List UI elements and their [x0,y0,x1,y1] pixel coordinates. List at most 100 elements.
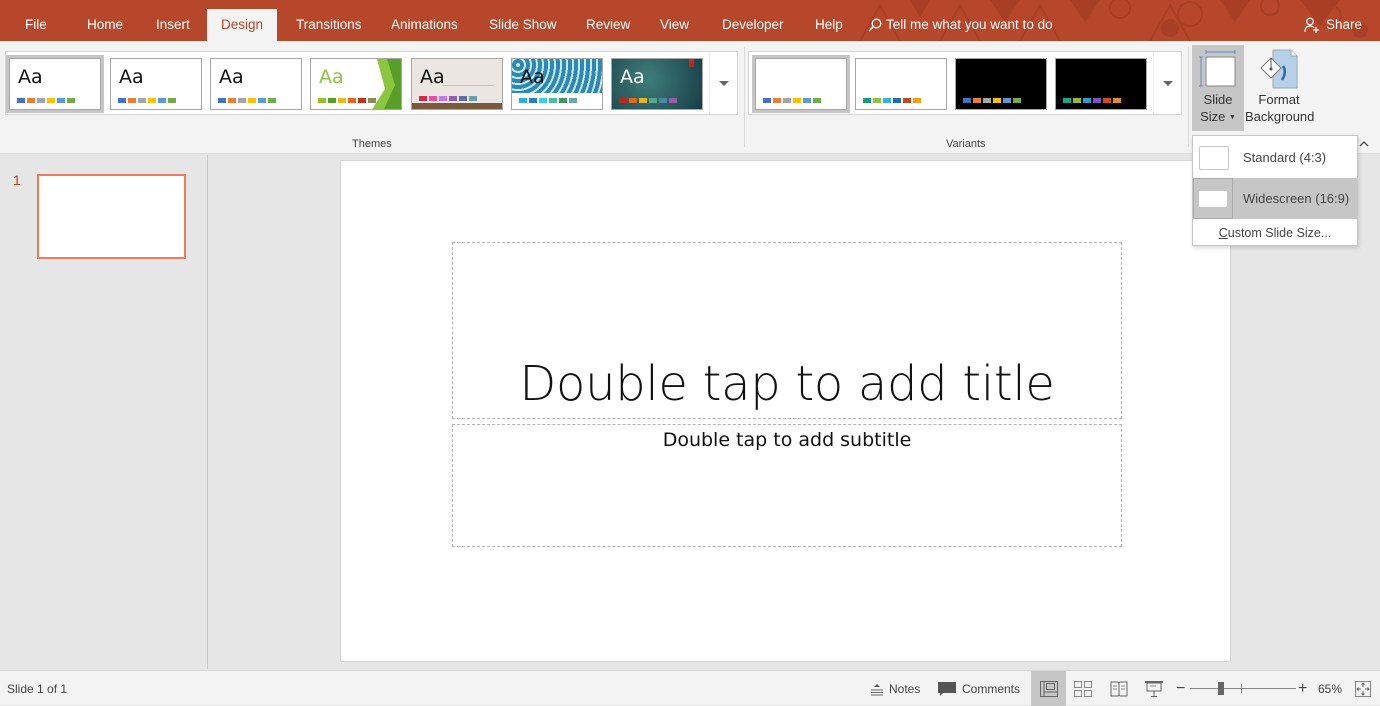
color-swatches [519,98,577,103]
group-divider [744,47,745,147]
zoom-slider-track[interactable] [1190,688,1296,689]
color-swatch [813,98,821,103]
menu-item-custom-slide-size[interactable]: Custom Slide Size... [1193,222,1357,246]
format-background-label-1: Format [1258,92,1300,107]
themes-gallery: Aa Aa Aa Aa Aa Aa Aa [5,51,738,115]
color-swatch [228,98,236,103]
color-swatch [1083,98,1091,103]
person-add-icon [1304,17,1319,33]
menu-item-standard[interactable]: Standard (4:3) [1193,137,1357,178]
color-swatch [1113,98,1121,103]
slide-canvas[interactable]: Double tap to add title Double tap to ad… [340,160,1231,662]
zoom-in-button[interactable]: + [1298,671,1307,706]
tab-view[interactable]: View [660,9,689,41]
color-swatch [983,98,991,103]
tab-transitions[interactable]: Transitions [296,9,362,41]
theme-font-sample: Aa [319,66,344,88]
tab-home[interactable]: Home [87,9,123,41]
color-swatch [973,98,981,103]
theme-thumbnail[interactable]: Aa [110,58,202,110]
theme-thumbnail[interactable]: Aa [6,55,104,113]
color-swatch [763,98,771,103]
color-swatch [368,98,376,103]
color-swatch [519,98,527,103]
zoom-slider-center-tick [1241,684,1242,693]
theme-thumbnail[interactable]: Aa [511,58,603,110]
menu-item-label: Widescreen (16:9) [1243,191,1350,206]
title-placeholder[interactable]: Double tap to add title [452,242,1122,419]
color-swatch [539,98,547,103]
themes-group-label: Themes [352,138,392,150]
status-bar: Slide 1 of 1 Notes Comments − + 65% [0,670,1380,706]
format-background-button[interactable]: Format Background [1245,45,1315,131]
chevron-down-icon: ▼ [1228,114,1236,122]
color-swatches [318,98,376,103]
zoom-out-button[interactable]: − [1176,671,1185,706]
title-placeholder-text: Double tap to add title [519,356,1055,412]
slide-show-button[interactable] [1145,671,1163,706]
tab-review[interactable]: Review [586,9,630,41]
theme-thumbnail[interactable]: Aa [210,58,302,110]
variants-more-button[interactable] [1153,52,1181,114]
color-swatch [783,98,791,103]
group-divider [1188,47,1189,147]
zoom-slider-handle[interactable] [1218,682,1225,695]
format-background-label-2: Background [1245,109,1315,124]
color-swatch [669,98,677,103]
notes-icon [871,683,883,695]
color-swatch [37,98,45,103]
fit-to-window-button[interactable] [1355,671,1371,706]
theme-thumbnail[interactable]: Aa [310,58,402,110]
color-swatch [128,98,136,103]
color-swatches [419,96,477,101]
color-swatch [773,98,781,103]
slide-sorter-button[interactable] [1074,671,1092,706]
tab-slide-show[interactable]: Slide Show [489,9,557,41]
color-swatch [873,98,881,103]
slide-thumbnail[interactable] [37,174,186,259]
color-swatches [619,98,677,103]
color-swatch [158,98,166,103]
color-swatch [893,98,901,103]
color-swatch [419,96,427,101]
collapse-ribbon-icon[interactable] [1357,137,1371,151]
menu-item-widescreen[interactable]: Widescreen (16:9) [1193,178,1357,219]
color-swatch [619,98,627,103]
notes-button[interactable]: Notes [870,671,920,706]
color-swatch [338,98,346,103]
tab-file[interactable]: File [25,9,47,41]
color-swatch [238,98,246,103]
color-swatch [449,96,457,101]
zoom-level[interactable]: 65% [1318,671,1342,706]
normal-view-button[interactable] [1031,671,1066,706]
tab-help[interactable]: Help [815,9,843,41]
share-label: Share [1325,17,1362,32]
color-swatch [993,98,1001,103]
variant-thumbnail[interactable] [1055,58,1147,110]
theme-thumbnail[interactable]: Aa [611,58,703,110]
color-swatch [1003,98,1011,103]
tab-developer[interactable]: Developer [722,9,784,41]
tab-insert[interactable]: Insert [156,9,190,41]
share-button[interactable]: Share [1304,9,1362,41]
color-swatch [639,98,647,103]
tab-design[interactable]: Design [207,9,278,41]
tab-animations[interactable]: Animations [391,9,458,41]
color-swatch [1093,98,1101,103]
tell-me-search[interactable]: Tell me what you want to do [868,9,1053,41]
subtitle-placeholder[interactable]: Double tap to add subtitle [452,424,1122,547]
themes-more-button[interactable] [709,52,737,114]
variant-thumbnail[interactable] [855,58,947,110]
theme-thumbnail[interactable]: Aa [411,58,503,110]
color-swatch [168,98,176,103]
variant-thumbnail[interactable] [752,55,850,113]
variant-thumbnail[interactable] [955,58,1047,110]
color-swatch [328,98,336,103]
search-icon [868,18,882,32]
color-swatch [659,98,667,103]
color-swatch [47,98,55,103]
slide-size-button[interactable]: Slide Size ▼ [1192,45,1244,131]
reading-view-button[interactable] [1110,671,1128,706]
widescreen-icon-frame [1193,178,1233,219]
comments-button[interactable]: Comments [937,671,1020,706]
